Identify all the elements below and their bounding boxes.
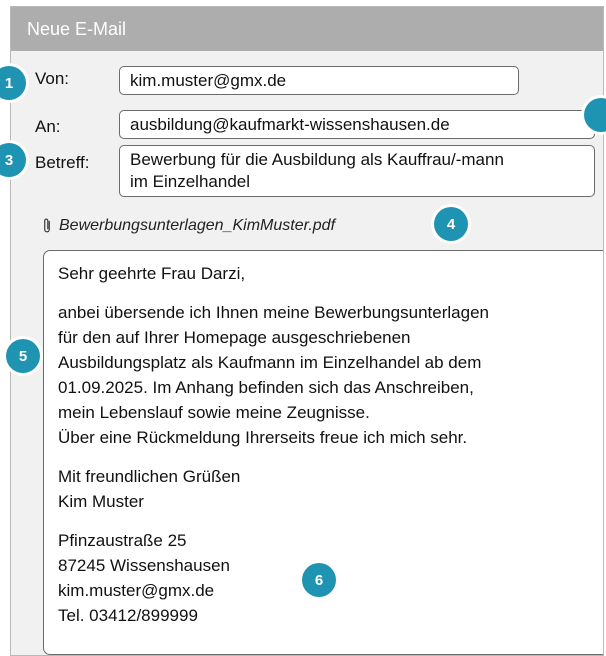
callout-badge-5: 5 (6, 339, 40, 373)
subject-line: im Einzelhandel (130, 172, 251, 191)
subject-line: Bewerbung für die Ausbildung als Kauffra… (130, 150, 504, 169)
paragraph-line: Über eine Rückmeldung Ihrerseits freue i… (58, 428, 468, 447)
paragraph-line: anbei übersende ich Ihnen meine Bewerbun… (58, 303, 489, 322)
paragraph-line: mein Lebenslauf sowie meine Zeugnisse. (58, 403, 370, 422)
signature-line: Tel. 03412/899999 (58, 606, 198, 625)
closing-block: Mit freundlichen Grüßen Kim Muster (58, 464, 594, 514)
to-field[interactable]: ausbildung@kaufmarkt-wissenshausen.de (119, 110, 595, 139)
attachment[interactable]: Bewerbungsunterlagen_KimMuster.pdf (41, 217, 335, 235)
paragraph-line: 01.09.2025. Im Anhang befinden sich das … (58, 378, 474, 397)
salutation: Sehr geehrte Frau Darzi, (58, 264, 246, 283)
paperclip-icon (44, 218, 50, 233)
from-label: Von: (35, 69, 70, 88)
email-compose-window: Neue E-Mail Von: kim.muster@gmx.de An: a… (10, 6, 604, 656)
subject-label: Betreff: (35, 153, 90, 172)
paragraph-line: Ausbildungsplatz als Kaufmann im Einzelh… (58, 353, 482, 372)
sender-name: Kim Muster (58, 492, 144, 511)
callout-badge-6: 6 (302, 563, 336, 597)
to-label: An: (35, 117, 61, 136)
closing: Mit freundlichen Grüßen (58, 467, 241, 486)
message-paragraph: anbei übersende ich Ihnen meine Bewerbun… (58, 300, 594, 450)
subject-field[interactable]: Bewerbung für die Ausbildung als Kauffra… (119, 145, 595, 197)
signature-line: Pfinzaustraße 25 (58, 531, 187, 550)
paragraph-line: für den auf Ihrer Homepage ausgeschriebe… (58, 328, 411, 347)
from-field[interactable]: kim.muster@gmx.de (119, 66, 519, 95)
window-title: Neue E-Mail (11, 7, 603, 51)
callout-badge-4: 4 (434, 207, 468, 241)
attachment-filename: Bewerbungsunterlagen_KimMuster.pdf (59, 217, 336, 234)
